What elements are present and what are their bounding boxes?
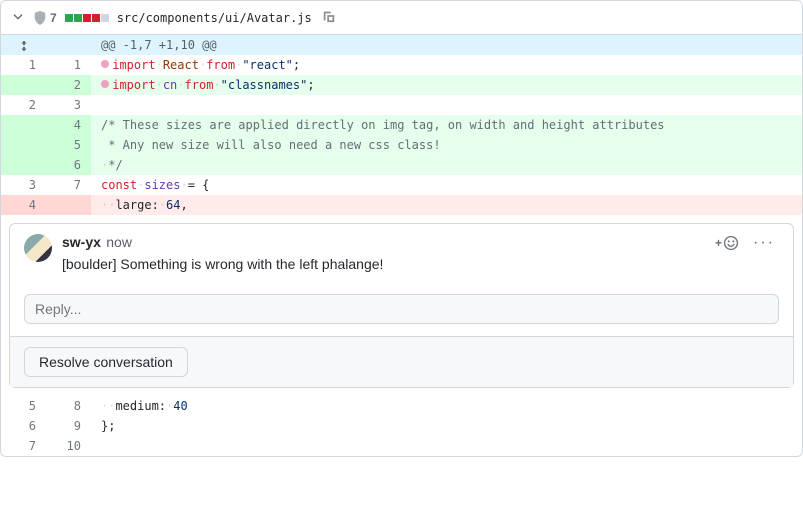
resolve-conversation-button[interactable]: Resolve conversation bbox=[24, 347, 188, 377]
old-line-num[interactable] bbox=[1, 155, 46, 175]
code-cell: }; bbox=[91, 416, 802, 436]
new-line-num[interactable]: 6 bbox=[46, 155, 91, 175]
diff-line[interactable]: 710 bbox=[1, 436, 802, 456]
diff-line[interactable]: 58··medium:·40 bbox=[1, 396, 802, 416]
code-cell: ·*/ bbox=[91, 155, 802, 175]
checks-badge[interactable]: 7 bbox=[33, 11, 57, 25]
new-line-num[interactable] bbox=[46, 195, 91, 215]
copy-path-icon[interactable] bbox=[322, 9, 336, 26]
comment-menu-icon[interactable]: ··· bbox=[749, 234, 779, 252]
diff-line[interactable]: 11 import·React·from·"react"; bbox=[1, 55, 802, 75]
new-line-num[interactable]: 8 bbox=[46, 396, 91, 416]
old-line-num[interactable]: 2 bbox=[1, 95, 46, 115]
new-line-num[interactable]: 1 bbox=[46, 55, 91, 75]
code-cell bbox=[91, 436, 802, 456]
diff-line[interactable]: 37const·sizes·= { bbox=[1, 175, 802, 195]
add-reaction-button[interactable]: + bbox=[715, 235, 739, 251]
new-line-num[interactable]: 7 bbox=[46, 175, 91, 195]
diff-line[interactable]: 69}; bbox=[1, 416, 802, 436]
new-line-num[interactable]: 4 bbox=[46, 115, 91, 135]
diff-line[interactable]: 2 import·cn·from·"classnames"; bbox=[1, 75, 802, 95]
old-line-num[interactable]: 7 bbox=[1, 436, 46, 456]
diff-line[interactable]: 4 ··large:·64, bbox=[1, 195, 802, 215]
avatar[interactable] bbox=[24, 234, 52, 262]
code-cell: ··medium:·40 bbox=[91, 396, 802, 416]
old-line-num[interactable]: 6 bbox=[1, 416, 46, 436]
collapse-chevron-icon[interactable] bbox=[11, 9, 25, 26]
expand-icon[interactable] bbox=[1, 35, 46, 55]
code-cell: const·sizes·= { bbox=[91, 175, 802, 195]
comment-body: [boulder] Something is wrong with the le… bbox=[62, 256, 705, 272]
checks-count: 7 bbox=[50, 11, 57, 25]
reply-input[interactable] bbox=[24, 294, 779, 324]
new-line-num[interactable]: 3 bbox=[46, 95, 91, 115]
diff-container: 7 src/components/ui/Avatar.js @@ -1,7 +1… bbox=[0, 0, 803, 457]
reply-box bbox=[24, 294, 779, 324]
code-cell: /* These sizes are applied directly on i… bbox=[91, 115, 802, 135]
old-line-num[interactable]: 3 bbox=[1, 175, 46, 195]
code-cell: ··large:·64, bbox=[91, 195, 802, 215]
comment-author[interactable]: sw-yx bbox=[62, 234, 101, 250]
new-line-num[interactable]: 5 bbox=[46, 135, 91, 155]
diff-line[interactable]: 5 * Any new size will also need a new cs… bbox=[1, 135, 802, 155]
code-cell: import·React·from·"react"; bbox=[91, 55, 802, 75]
new-line-num[interactable]: 10 bbox=[46, 436, 91, 456]
file-path[interactable]: src/components/ui/Avatar.js bbox=[117, 11, 312, 25]
diff-line[interactable]: 6·*/ bbox=[1, 155, 802, 175]
comment-time[interactable]: now bbox=[106, 234, 132, 250]
review-conversation: sw-yx now [boulder] Something is wrong w… bbox=[9, 223, 794, 388]
code-cell: * Any new size will also need a new css … bbox=[91, 135, 802, 155]
new-line-num[interactable]: 9 bbox=[46, 416, 91, 436]
diff-line[interactable]: 4/* These sizes are applied directly on … bbox=[1, 115, 802, 135]
old-line-num[interactable] bbox=[1, 135, 46, 155]
new-line-num[interactable]: 2 bbox=[46, 75, 91, 95]
diff-line[interactable]: 23 bbox=[1, 95, 802, 115]
diff-table-top: @@ -1,7 +1,10 @@ 11 import·React·from·"r… bbox=[1, 35, 802, 215]
code-cell: import·cn·from·"classnames"; bbox=[91, 75, 802, 95]
file-header: 7 src/components/ui/Avatar.js bbox=[1, 1, 802, 35]
hunk-header: @@ -1,7 +1,10 @@ bbox=[1, 35, 802, 55]
old-line-num[interactable]: 5 bbox=[1, 396, 46, 416]
code-cell bbox=[91, 95, 802, 115]
old-line-num[interactable] bbox=[1, 75, 46, 95]
diff-stat-bars bbox=[65, 14, 109, 22]
old-line-num[interactable]: 4 bbox=[1, 195, 46, 215]
old-line-num[interactable] bbox=[1, 115, 46, 135]
old-line-num[interactable]: 1 bbox=[1, 55, 46, 75]
diff-table-bottom: 58··medium:·4069};710 bbox=[1, 396, 802, 456]
